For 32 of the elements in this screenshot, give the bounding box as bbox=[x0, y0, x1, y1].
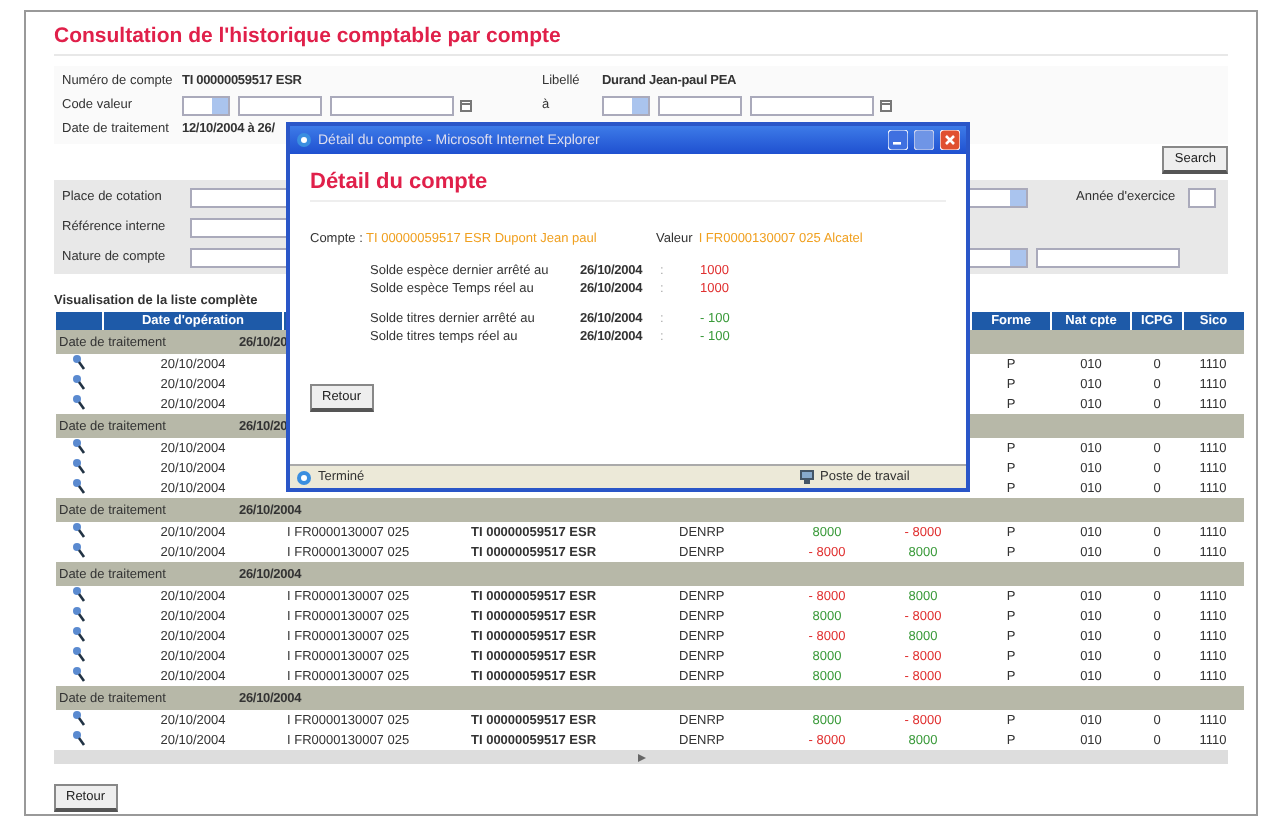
calendar-icon[interactable] bbox=[880, 99, 892, 111]
calendar-icon[interactable] bbox=[460, 99, 472, 111]
magnifier-icon[interactable] bbox=[72, 626, 86, 642]
magnifier-icon[interactable] bbox=[72, 354, 86, 370]
magnifier-icon[interactable] bbox=[72, 586, 86, 602]
magnifier-icon[interactable] bbox=[72, 646, 86, 662]
magnifier-icon[interactable] bbox=[72, 710, 86, 726]
magnifier-icon[interactable] bbox=[72, 478, 86, 494]
input-field[interactable] bbox=[330, 95, 454, 115]
page-title: Consultation de l'historique comptable par compte bbox=[54, 24, 1228, 56]
computer-icon bbox=[800, 470, 814, 484]
magnifier-icon[interactable] bbox=[72, 458, 86, 474]
input-field[interactable] bbox=[658, 95, 742, 115]
popup-heading: Détail du compte bbox=[310, 170, 946, 202]
input-field[interactable] bbox=[1188, 187, 1216, 207]
scroll-arrow-icon[interactable] bbox=[637, 753, 645, 761]
browser-icon bbox=[296, 132, 312, 148]
browser-icon bbox=[296, 469, 312, 485]
magnifier-icon[interactable] bbox=[72, 542, 86, 558]
close-icon[interactable] bbox=[940, 130, 960, 150]
scrollbar[interactable] bbox=[54, 750, 1228, 764]
magnifier-icon[interactable] bbox=[72, 438, 86, 454]
input-field[interactable] bbox=[238, 95, 322, 115]
minimize-icon[interactable] bbox=[888, 130, 908, 150]
magnifier-icon[interactable] bbox=[72, 730, 86, 746]
magnifier-icon[interactable] bbox=[72, 394, 86, 410]
magnifier-icon[interactable] bbox=[72, 606, 86, 622]
input-field[interactable] bbox=[1036, 247, 1180, 267]
magnifier-icon[interactable] bbox=[72, 522, 86, 538]
input-field[interactable] bbox=[750, 95, 874, 115]
magnifier-icon[interactable] bbox=[72, 374, 86, 390]
magnifier-icon[interactable] bbox=[72, 666, 86, 682]
